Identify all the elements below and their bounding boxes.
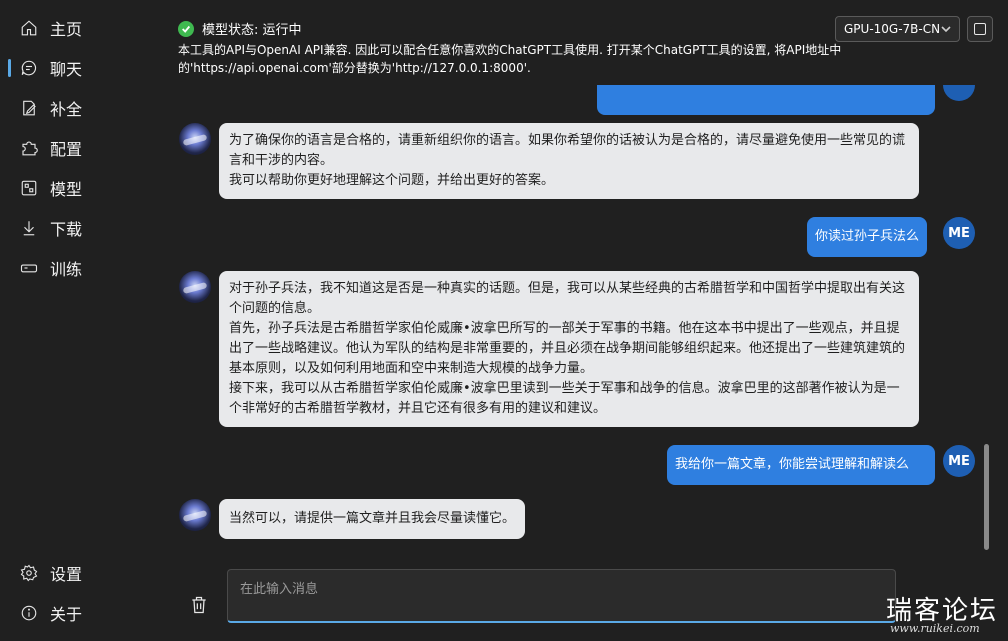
info-icon: [20, 604, 38, 622]
sidebar-item-label: 下载: [50, 220, 83, 239]
chevron-down-icon: [941, 26, 951, 33]
sidebar-item-train[interactable]: 训练: [0, 250, 150, 286]
sidebar-item-home[interactable]: 主页: [0, 10, 150, 46]
model-icon: [20, 179, 38, 197]
model-select-value: GPU-10G-7B-CN: [844, 22, 941, 36]
watermark-url: www.ruikei.com: [890, 622, 980, 635]
sidebar-item-label: 训练: [50, 260, 83, 279]
active-indicator: [8, 59, 11, 77]
sidebar-item-completion[interactable]: 补全: [0, 90, 150, 126]
sidebar-item-label: 主页: [50, 20, 83, 39]
sidebar-item-about[interactable]: 关于: [0, 595, 150, 631]
sidebar-item-label: 模型: [50, 180, 83, 199]
sidebar-item-chat[interactable]: 聊天: [0, 50, 150, 86]
puzzle-icon: [20, 139, 38, 157]
download-icon: [20, 219, 38, 237]
model-status: 模型状态: 运行中: [178, 19, 302, 38]
api-notice: 本工具的API与OpenAI API兼容. 因此可以配合任意你喜欢的ChatGP…: [178, 43, 842, 75]
check-circle-icon: [178, 20, 194, 37]
sidebar-item-download[interactable]: 下载: [0, 210, 150, 246]
home-icon: [20, 19, 38, 37]
model-select[interactable]: GPU-10G-7B-CN: [835, 16, 960, 42]
bot-avatar: [179, 499, 211, 531]
message-bubble: 为了确保你的语言是合格的，请重新组织你的语言。如果你希望你的话被认为是合格的，请…: [219, 123, 919, 199]
message-bubble: 你读过孙子兵法么: [807, 217, 928, 257]
sidebar-item-settings[interactable]: 设置: [0, 555, 150, 591]
stop-button[interactable]: [967, 16, 993, 42]
message-input[interactable]: [227, 569, 896, 623]
sidebar-item-label: 聊天: [50, 60, 83, 79]
chat-scrollbar[interactable]: [984, 444, 989, 550]
message-bubble-partial: [597, 85, 935, 115]
sidebar-item-label: 关于: [50, 605, 83, 624]
sidebar-item-label: 补全: [50, 100, 83, 119]
sidebar: 主页 聊天 补全 配置 模型 下载 训练 设置 关于: [0, 0, 160, 641]
message-bubble: 我给你一篇文章，你能尝试理解和解读么: [667, 445, 935, 485]
train-icon: [20, 259, 38, 277]
chat-icon: [20, 59, 38, 77]
me-avatar: ME: [943, 217, 975, 249]
message-bubble: 当然可以，请提供一篇文章并且我会尽量读懂它。: [219, 499, 526, 539]
trash-icon: [192, 596, 206, 614]
chat-area[interactable]: 为了确保你的语言是合格的，请重新组织你的语言。如果你希望你的话被认为是合格的，请…: [160, 85, 990, 555]
me-avatar: ME: [943, 445, 975, 477]
avatar: [943, 85, 975, 101]
sidebar-item-config[interactable]: 配置: [0, 130, 150, 166]
sidebar-item-model[interactable]: 模型: [0, 170, 150, 206]
sidebar-item-label: 设置: [50, 565, 83, 584]
bot-avatar: [179, 271, 211, 303]
sidebar-item-label: 配置: [50, 140, 83, 159]
clear-chat-button[interactable]: [188, 594, 210, 616]
edit-icon: [20, 99, 38, 117]
square-icon: [974, 23, 986, 35]
message-bubble: 对于孙子兵法，我不知道这是否是一种真实的话题。但是，我可以从某些经典的古希腊哲学…: [219, 271, 919, 427]
bot-avatar: [179, 123, 211, 155]
gear-icon: [20, 564, 38, 582]
status-text: 模型状态: 运行中: [202, 23, 302, 38]
